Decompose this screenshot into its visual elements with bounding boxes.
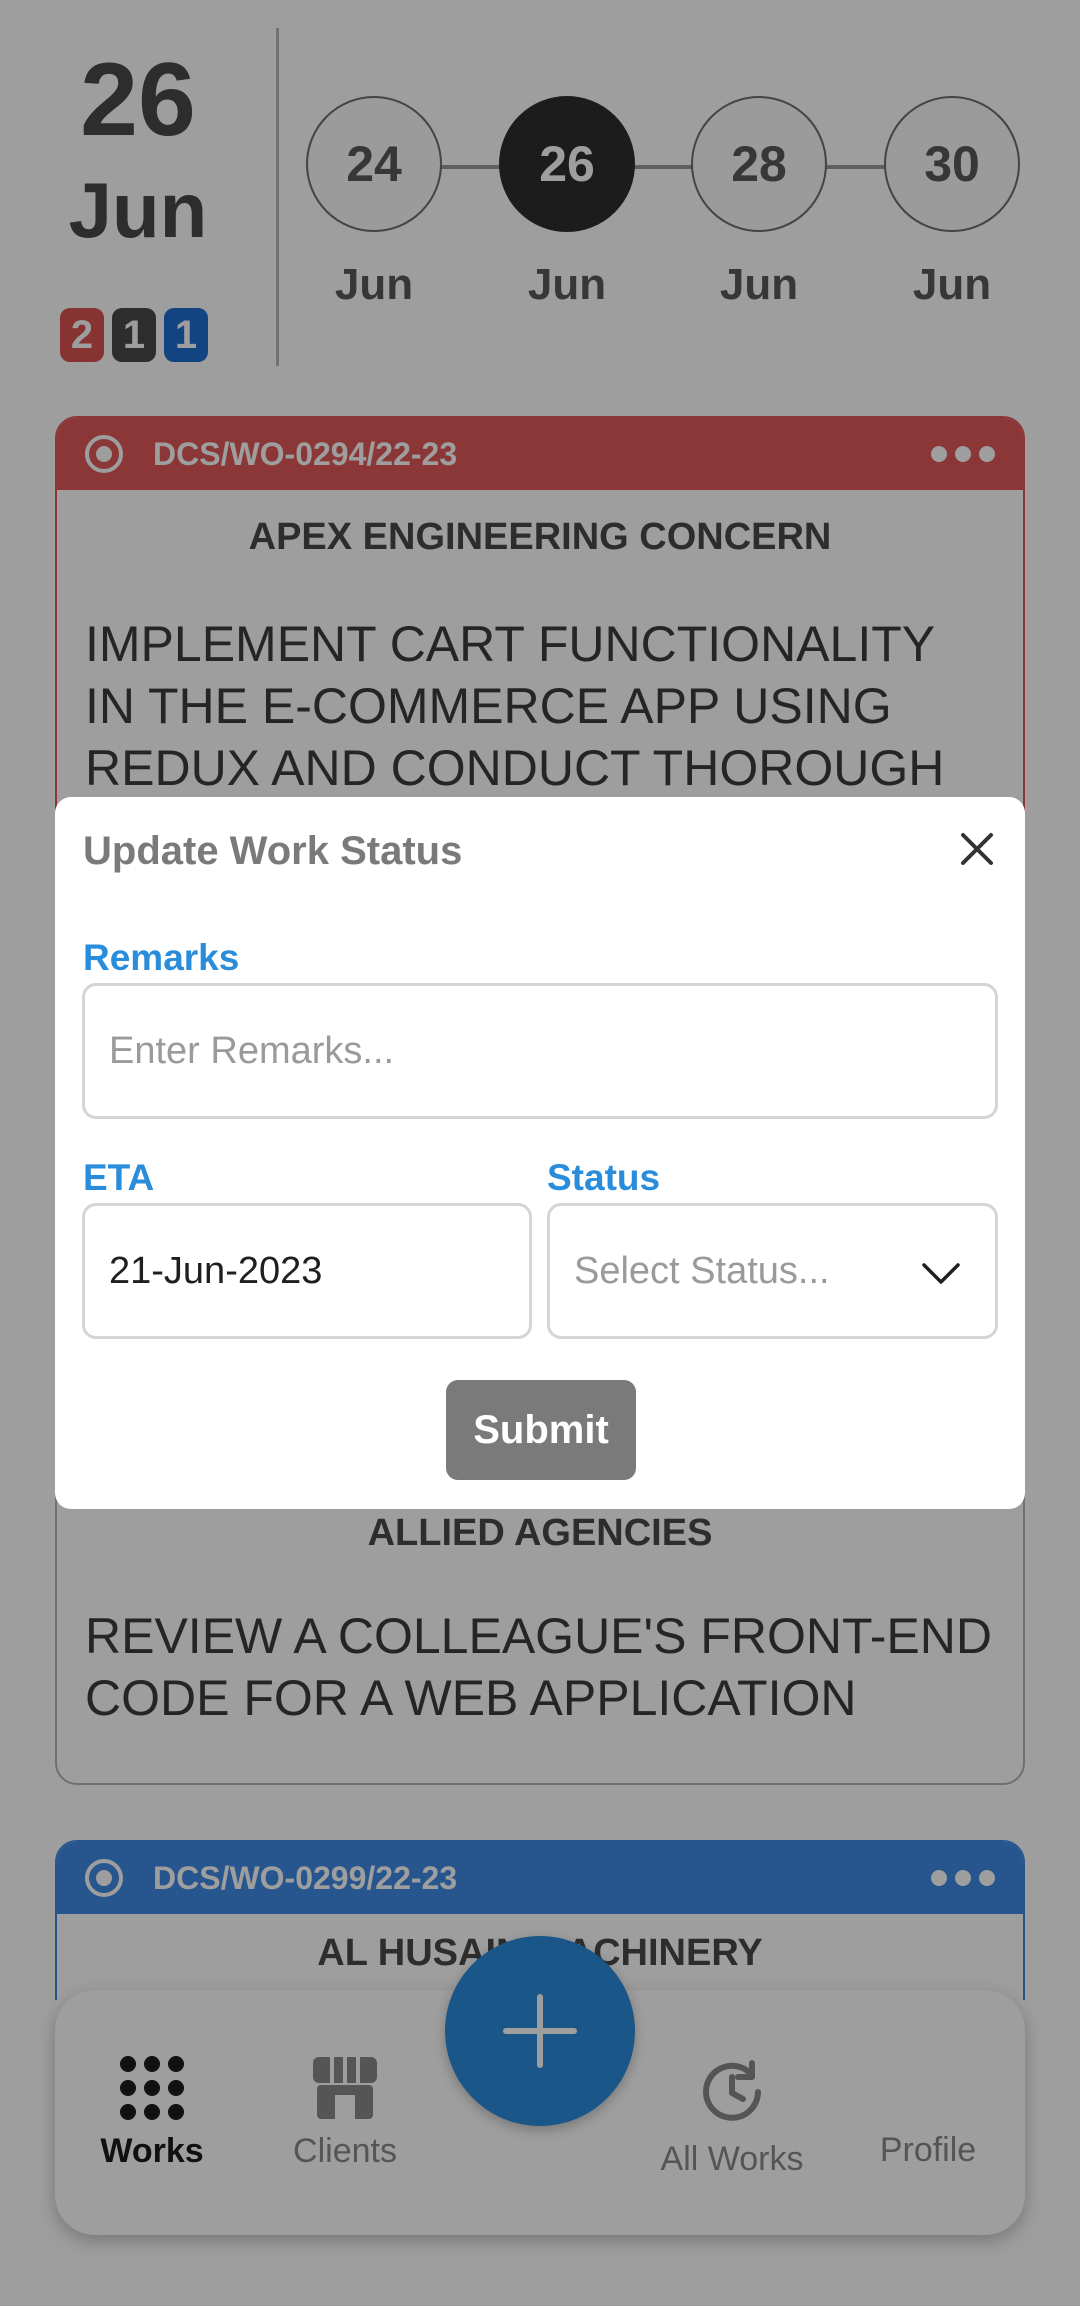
chevron-down-icon xyxy=(922,1263,960,1284)
remarks-input[interactable]: Enter Remarks... xyxy=(82,983,998,1119)
dialog-title: Update Work Status xyxy=(83,829,463,873)
remarks-label: Remarks xyxy=(83,937,240,978)
page: 26 Jun 2 1 1 24 26 28 30 Jun Jun Jun Jun… xyxy=(0,0,1080,2306)
status-select[interactable]: Select Status... xyxy=(547,1203,998,1339)
update-work-status-dialog: Update Work Status Remarks Enter Remarks… xyxy=(55,797,1025,1509)
status-select-value: Select Status... xyxy=(574,1249,830,1292)
eta-date-field[interactable]: 21-Jun-2023 xyxy=(82,1203,532,1339)
close-icon[interactable] xyxy=(953,825,1001,873)
submit-button[interactable]: Submit xyxy=(446,1380,636,1480)
eta-label: ETA xyxy=(83,1157,155,1198)
status-label: Status xyxy=(547,1157,661,1198)
